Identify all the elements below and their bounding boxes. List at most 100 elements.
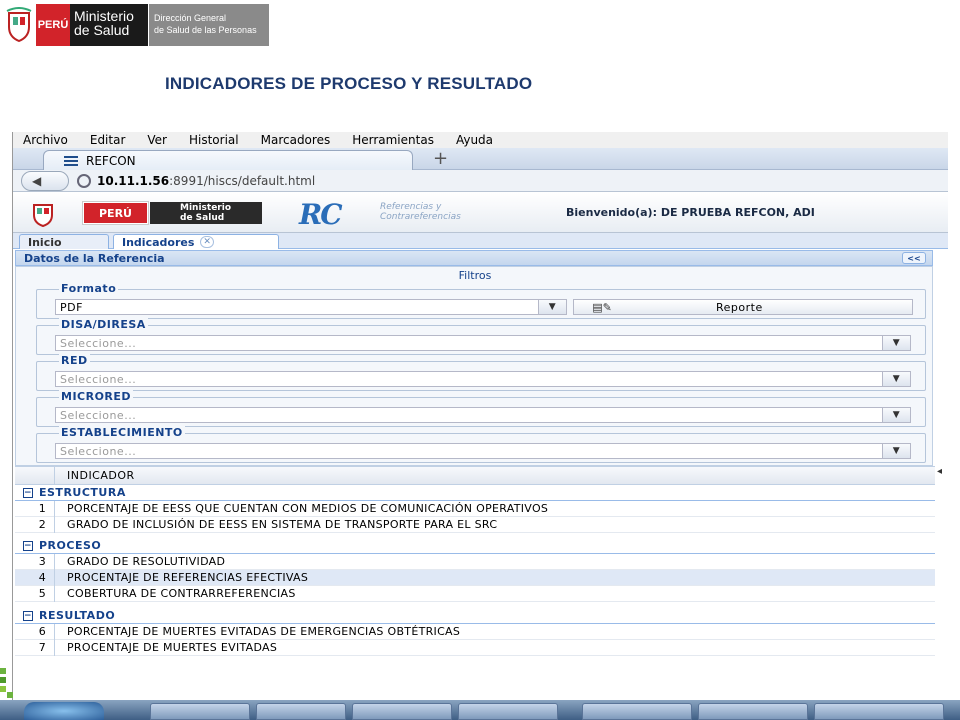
tab-inicio[interactable]: Inicio <box>19 234 109 249</box>
fieldset-disa: DISA/DIRESA Seleccione... ▼ <box>36 318 926 355</box>
browser-tabbar: REFCON + <box>13 148 948 171</box>
disa-select[interactable]: Seleccione... ▼ <box>55 335 911 351</box>
filters-title: Filtros <box>458 269 492 282</box>
rc-sub-line1: Referencias y <box>380 202 442 212</box>
table-row[interactable]: 2 GRADO DE INCLUSIÓN DE EESS EN SISTEMA D… <box>15 516 935 533</box>
chevron-down-icon[interactable]: ▼ <box>882 444 910 458</box>
directorate-line1: Dirección General <box>154 13 227 23</box>
grid-header-indicador[interactable]: INDICADOR <box>67 469 135 482</box>
fieldset-red: RED Seleccione... ▼ <box>36 354 926 391</box>
collapse-button[interactable]: << <box>902 252 926 264</box>
rc-logo-subtitle: Referencias y Contrareferencias <box>380 202 461 222</box>
browser-tab-refcon[interactable]: REFCON <box>43 150 413 171</box>
row-number: 5 <box>15 585 55 602</box>
start-button[interactable] <box>24 702 104 720</box>
side-expand-arrow-icon[interactable]: ◂ <box>937 466 947 496</box>
browser-navbar: ◀ 10.11.1.56:8991/hiscs/default.html <box>13 170 948 192</box>
row-number: 7 <box>15 639 55 656</box>
microred-placeholder: Seleccione... <box>60 408 137 422</box>
menu-ayuda[interactable]: Ayuda <box>456 133 493 147</box>
collapse-group-icon[interactable]: − <box>23 540 33 551</box>
grid-header: INDICADOR <box>15 467 935 485</box>
taskbar-item-app[interactable] <box>458 703 558 720</box>
directorate-name: Dirección General de Salud de las Person… <box>149 4 269 46</box>
rc-sub-line2: Contrareferencias <box>380 212 461 222</box>
report-button[interactable]: ▤✎ Reporte <box>573 299 913 315</box>
url-host: 10.11.1.56 <box>97 173 170 188</box>
group-estructura[interactable]: − ESTRUCTURA <box>15 485 935 501</box>
fieldset-formato: Formato PDF ▼ ▤✎ Reporte <box>36 282 926 319</box>
app-peru-label: PERÚ <box>82 201 149 225</box>
microred-select[interactable]: Seleccione... ▼ <box>55 407 911 423</box>
url-bar[interactable]: 10.11.1.56:8991/hiscs/default.html <box>97 174 315 188</box>
row-indicator: GRADO DE INCLUSIÓN DE EESS EN SISTEMA DE… <box>67 518 498 531</box>
red-placeholder: Seleccione... <box>60 372 137 386</box>
coat-of-arms-icon <box>33 204 53 227</box>
app-ministry-line1: Ministerio <box>180 203 232 213</box>
taskbar-item-explorer[interactable] <box>256 703 346 720</box>
menu-editar[interactable]: Editar <box>90 133 126 147</box>
legend-red: RED <box>59 354 90 367</box>
slide: PERÚ Ministerio de Salud Dirección Gener… <box>0 0 960 720</box>
app-header: PERÚ Ministerio de Salud RC Referencias … <box>13 193 948 233</box>
browser-tab-title: REFCON <box>86 154 136 168</box>
browser-menubar: Archivo Editar Ver Historial Marcadores … <box>13 132 948 148</box>
ministry-name: Ministerio de Salud <box>70 4 148 46</box>
table-row[interactable]: 4 PROCENTAJE DE REFERENCIAS EFECTIVAS <box>15 569 935 586</box>
tab-indicadores-label: Indicadores <box>122 235 195 249</box>
chevron-down-icon[interactable]: ▼ <box>882 408 910 422</box>
menu-marcadores[interactable]: Marcadores <box>261 133 331 147</box>
red-select[interactable]: Seleccione... ▼ <box>55 371 911 387</box>
taskbar-item-chrome[interactable] <box>582 703 692 720</box>
group-label: PROCESO <box>39 539 102 552</box>
list-icon <box>64 156 78 166</box>
row-indicator: PROCENTAJE DE MUERTES EVITADAS <box>67 641 278 654</box>
table-row[interactable]: 3 GRADO DE RESOLUTIVIDAD <box>15 553 935 570</box>
table-row[interactable]: 6 PORCENTAJE DE MUERTES EVITADAS DE EMERG… <box>15 623 935 640</box>
group-resultado[interactable]: − RESULTADO <box>15 608 935 624</box>
collapse-group-icon[interactable]: − <box>23 610 33 621</box>
rc-logo-text: RC <box>299 198 343 231</box>
report-button-label: Reporte <box>716 300 763 314</box>
panel-title: Datos de la Referencia <box>24 251 165 265</box>
establecimiento-select[interactable]: Seleccione... ▼ <box>55 443 911 459</box>
refcon-logo: RC Referencias y Contrareferencias <box>285 198 535 231</box>
ministry-logo: PERÚ Ministerio de Salud Dirección Gener… <box>4 4 269 46</box>
table-row[interactable]: 1 PORCENTAJE DE EESS QUE CUENTAN CON MEDI… <box>15 500 935 517</box>
taskbar-item-app[interactable] <box>814 703 944 720</box>
table-row[interactable]: 7 PROCENTAJE DE MUERTES EVITADAS <box>15 639 935 656</box>
globe-icon <box>77 173 91 188</box>
chevron-down-icon[interactable]: ▼ <box>882 336 910 350</box>
taskbar-item-firefox[interactable] <box>698 703 808 720</box>
menu-archivo[interactable]: Archivo <box>23 133 68 147</box>
formato-select[interactable]: PDF ▼ <box>55 299 567 315</box>
row-number: 1 <box>15 500 55 517</box>
back-button[interactable]: ◀ <box>21 170 69 191</box>
slide-title: INDICADORES DE PROCESO Y RESULTADO <box>165 74 533 93</box>
menu-historial[interactable]: Historial <box>189 133 239 147</box>
browser-screenshot: Archivo Editar Ver Historial Marcadores … <box>12 132 948 707</box>
close-icon[interactable]: ✕ <box>200 236 214 248</box>
coat-of-arms-icon <box>4 4 34 46</box>
menu-herramientas[interactable]: Herramientas <box>352 133 434 147</box>
table-row[interactable]: 5 COBERTURA DE CONTRARREFERENCIAS <box>15 585 935 602</box>
taskbar-item-app[interactable] <box>352 703 452 720</box>
tab-indicadores[interactable]: Indicadores ✕ <box>113 234 279 249</box>
fieldset-establecimiento: ESTABLECIMIENTO Seleccione... ▼ <box>36 426 926 463</box>
app-ministry-line2: de Salud <box>180 213 225 223</box>
group-proceso[interactable]: − PROCESO <box>15 538 935 554</box>
taskbar-item-ie[interactable] <box>150 703 250 720</box>
collapse-group-icon[interactable]: − <box>23 487 33 498</box>
new-tab-button[interactable]: + <box>433 148 448 169</box>
chevron-down-icon[interactable]: ▼ <box>882 372 910 386</box>
legend-formato: Formato <box>59 282 119 295</box>
url-path: :8991/hiscs/default.html <box>169 173 316 188</box>
chevron-down-icon[interactable]: ▼ <box>538 300 566 314</box>
row-indicator: GRADO DE RESOLUTIVIDAD <box>67 555 226 568</box>
disa-placeholder: Seleccione... <box>60 336 137 350</box>
filters-panel: Filtros Formato PDF ▼ ▤✎ Reporte DISA/DI… <box>15 266 933 466</box>
indicators-grid: INDICADOR − ESTRUCTURA 1 PORCENTAJE DE EES… <box>15 466 935 662</box>
group-label: RESULTADO <box>39 609 116 622</box>
menu-ver[interactable]: Ver <box>147 133 167 147</box>
legend-disa: DISA/DIRESA <box>59 318 148 331</box>
